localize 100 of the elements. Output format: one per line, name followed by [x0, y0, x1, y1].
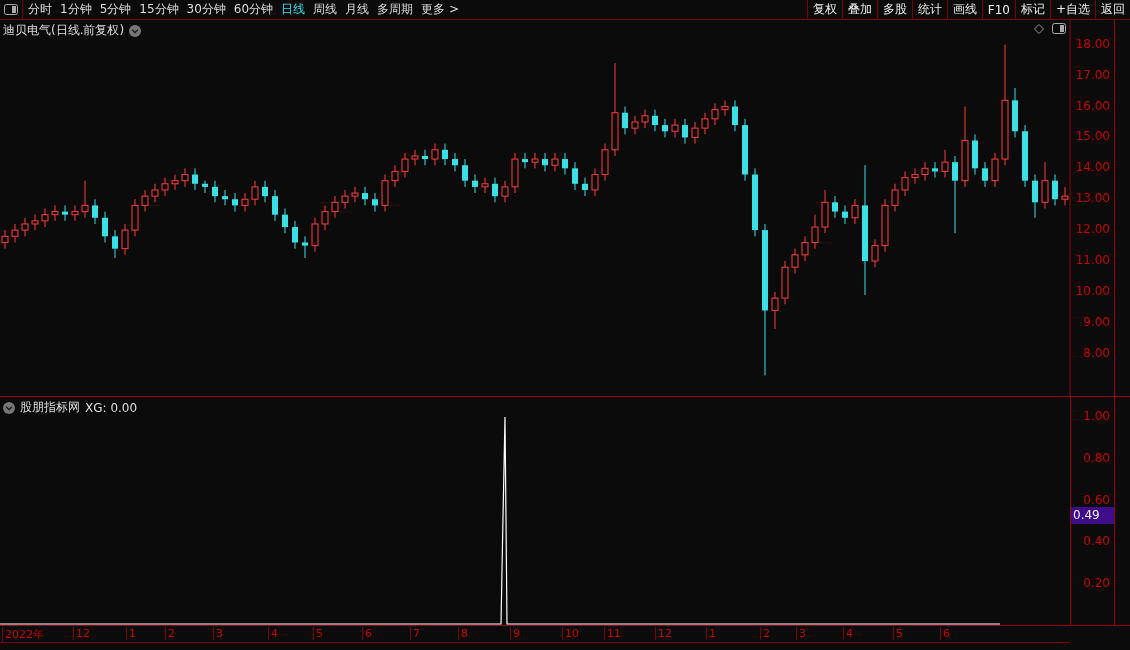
time-label: 12 [655, 627, 672, 640]
candle [112, 229, 118, 259]
candle [591, 167, 599, 197]
chart-title: 迪贝电气(日线.前复权) [3, 22, 125, 39]
candle [771, 291, 779, 330]
candle [732, 99, 738, 132]
time-label: 3 [796, 627, 806, 640]
axis-label: 12.00 [1075, 222, 1110, 237]
candle [192, 167, 198, 191]
candle [472, 174, 478, 194]
chevron-down-icon[interactable] [129, 24, 142, 37]
period-tab[interactable]: 周线 [313, 1, 338, 18]
period-tab[interactable]: 月线 [345, 1, 370, 18]
time-label: 5 [313, 627, 323, 640]
candle [232, 192, 238, 213]
period-tab[interactable]: 30分钟 [186, 1, 226, 18]
candle [241, 192, 249, 213]
chevron-down-icon[interactable] [3, 401, 15, 414]
candle [351, 186, 359, 203]
candle [982, 161, 988, 188]
candle [492, 177, 498, 203]
candle [292, 220, 298, 250]
time-label: 12 [73, 627, 90, 640]
time-label: 1 [706, 627, 716, 640]
time-label: 4 [268, 627, 278, 640]
diamond-icon[interactable] [1034, 23, 1044, 34]
axis-label: 13.00 [1075, 191, 1110, 206]
candle [251, 180, 259, 206]
candle [851, 198, 859, 225]
candle [171, 174, 179, 191]
panel-toggle-icon[interactable] [1052, 23, 1066, 34]
candle [362, 186, 368, 206]
candle [691, 121, 699, 145]
candle [422, 149, 428, 166]
period-tab[interactable]: 多周期 [377, 1, 414, 18]
candle [781, 260, 789, 305]
cursor-value-label: 0.49 [1071, 507, 1114, 524]
axis-label: 8.00 [1083, 345, 1110, 360]
candle [921, 161, 929, 182]
candle [991, 152, 999, 188]
candle [41, 208, 49, 228]
axis-label: 0.20 [1083, 576, 1110, 590]
time-label: 5 [893, 627, 903, 640]
candle [941, 149, 949, 179]
period-tab[interactable]: 1分钟 [60, 1, 92, 18]
time-label: 6 [940, 627, 950, 640]
candle [811, 214, 819, 250]
candle [222, 189, 228, 206]
candle [1022, 124, 1028, 188]
time-label: 2 [760, 627, 770, 640]
candle [11, 223, 19, 243]
candle [572, 161, 578, 191]
period-tab[interactable]: 更多 > [421, 1, 459, 18]
candle [671, 118, 679, 138]
candle [141, 189, 149, 213]
time-label: 2022年 [2, 627, 44, 642]
candle [891, 183, 899, 213]
axis-label: 11.00 [1075, 253, 1110, 268]
candle [511, 152, 519, 194]
candle [752, 167, 758, 237]
candle [92, 198, 98, 225]
axis-label: 9.00 [1083, 314, 1110, 329]
panel-toggle-icon[interactable] [4, 4, 18, 15]
candle [631, 115, 639, 135]
candle [121, 223, 129, 256]
candle [202, 180, 208, 194]
candle [302, 235, 308, 259]
candle [562, 152, 568, 175]
axis-label: 15.00 [1075, 129, 1110, 144]
period-tab[interactable]: 5分钟 [99, 1, 132, 18]
candle [181, 167, 189, 188]
candle [622, 106, 628, 135]
time-label: 6 [362, 627, 372, 640]
candle [641, 109, 649, 129]
period-tab[interactable]: 15分钟 [139, 1, 179, 18]
candle [742, 118, 748, 182]
time-label: 2 [165, 627, 175, 640]
candle [51, 204, 59, 222]
candle [721, 99, 729, 117]
candle [1012, 87, 1018, 138]
period-tab[interactable]: 分时 [28, 1, 52, 18]
candle [1061, 186, 1069, 206]
candle [701, 112, 709, 135]
candle [932, 161, 938, 179]
candle [601, 143, 609, 182]
candle [62, 204, 68, 222]
period-tab[interactable]: 60分钟 [233, 1, 274, 18]
candle [821, 189, 829, 234]
candle [401, 152, 409, 179]
candle [1032, 174, 1038, 219]
candle [881, 198, 889, 253]
candle [81, 180, 89, 219]
time-label: 8 [458, 627, 468, 640]
candle [21, 217, 29, 237]
candle [372, 192, 378, 213]
time-label: 4 [843, 627, 853, 640]
candle [391, 164, 399, 188]
time-label: 3 [213, 627, 223, 640]
candle [262, 180, 268, 203]
period-tab[interactable]: 日线 [281, 1, 306, 18]
